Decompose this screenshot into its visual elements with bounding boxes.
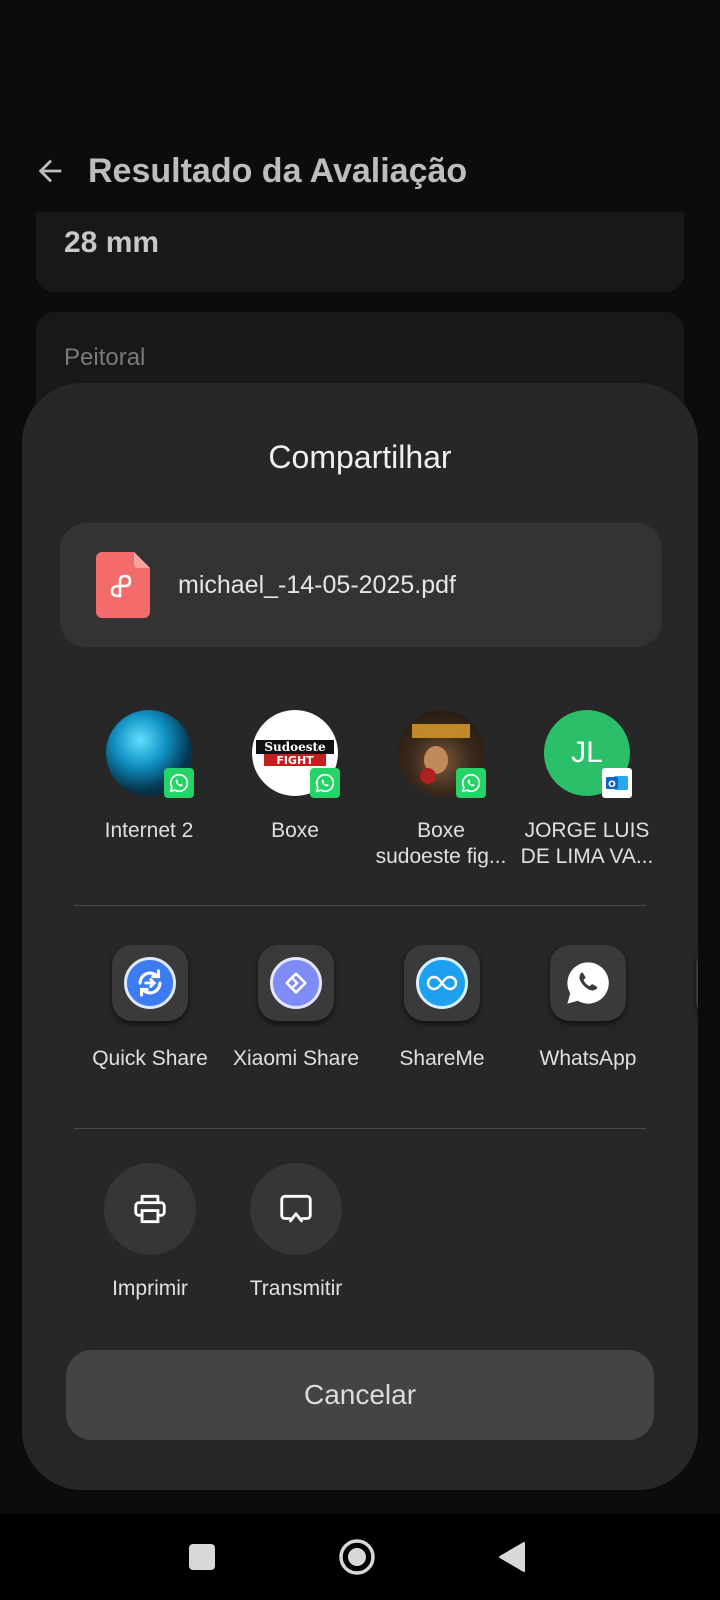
- whatsapp-icon: [164, 768, 194, 798]
- app-label: Quick Share: [92, 1047, 208, 1070]
- svg-text:Sudoeste: Sudoeste: [264, 740, 326, 754]
- share-sheet: Compartilhar michael_-14-05-2025.pdf Int…: [22, 383, 698, 1490]
- measurement-value: 28 mm: [64, 226, 160, 259]
- back-nav-button[interactable]: [469, 1514, 555, 1600]
- app-label: Ou: [659, 1047, 698, 1071]
- divider: [74, 1128, 646, 1129]
- contact-internet-2[interactable]: Internet 2: [74, 710, 224, 844]
- divider: [74, 905, 646, 906]
- printer-icon: [134, 1194, 166, 1224]
- app-shareme[interactable]: ShareMe: [367, 945, 517, 1071]
- file-preview: michael_-14-05-2025.pdf: [60, 523, 662, 647]
- cast-icon: [280, 1194, 312, 1223]
- svg-text:FIGHT: FIGHT: [276, 754, 314, 767]
- measurement-label: Peitoral: [64, 344, 146, 371]
- contact-name: Internet 2: [104, 819, 194, 842]
- app-label: WhatsApp: [539, 1047, 637, 1070]
- app-quick-share[interactable]: Quick Share: [75, 945, 225, 1071]
- avatar: Sudoeste FIGHT: [252, 710, 340, 798]
- avatar: [106, 710, 194, 798]
- print-action[interactable]: Imprimir: [75, 1163, 225, 1301]
- contact-name: JORGE LUIS DE LIMA VA...: [520, 819, 654, 868]
- app-tile: [404, 945, 480, 1021]
- avatar: JL O: [544, 710, 632, 798]
- app-tile: [112, 945, 188, 1021]
- whatsapp-icon: [456, 768, 486, 798]
- back-button[interactable]: [28, 149, 72, 193]
- recents-icon: [189, 1544, 215, 1570]
- page-title: Resultado da Avaliação: [88, 151, 468, 190]
- contact-name: Boxe: [271, 819, 319, 842]
- system-nav-bar: [0, 1514, 720, 1600]
- app-whatsapp[interactable]: WhatsApp: [513, 945, 663, 1071]
- home-icon: [339, 1539, 375, 1575]
- action-label: Transmitir: [249, 1277, 343, 1300]
- contact-boxe[interactable]: Sudoeste FIGHT Boxe: [220, 710, 370, 844]
- app-label: Xiaomi Share: [232, 1047, 360, 1070]
- svg-text:O: O: [608, 780, 616, 790]
- whatsapp-icon: [310, 768, 340, 798]
- arrow-left-icon: [38, 159, 62, 183]
- recents-button[interactable]: [159, 1514, 245, 1600]
- file-name: michael_-14-05-2025.pdf: [178, 570, 456, 599]
- outlook-icon: O: [602, 768, 632, 798]
- home-button[interactable]: [314, 1514, 400, 1600]
- shareme-icon: [416, 957, 468, 1009]
- app-tile: [696, 945, 698, 1021]
- app-tile: [550, 945, 626, 1021]
- app-label: ShareMe: [399, 1047, 485, 1070]
- contact-jorge-luis[interactable]: JL O JORGE LUIS DE LIMA VA...: [512, 710, 662, 870]
- cast-action[interactable]: Transmitir: [221, 1163, 371, 1301]
- xiaomi-share-icon: [270, 957, 322, 1009]
- action-label: Imprimir: [112, 1277, 188, 1300]
- measurement-card: 28 mm: [36, 212, 684, 292]
- back-triangle-icon: [499, 1542, 525, 1572]
- avatar-initials: JL: [571, 736, 603, 769]
- whatsapp-icon: [567, 962, 609, 1004]
- app-other[interactable]: Ou: [659, 945, 698, 1071]
- share-apps-row: Quick Share Xiaomi Share ShareMe WhatsAp: [22, 945, 698, 1095]
- app-header: Resultado da Avaliação: [0, 130, 720, 212]
- share-sheet-title: Compartilhar: [268, 439, 452, 475]
- app-xiaomi-share[interactable]: Xiaomi Share: [221, 945, 371, 1071]
- cancel-button[interactable]: Cancelar: [66, 1350, 654, 1440]
- quick-share-icon: [124, 957, 176, 1009]
- print-button[interactable]: [104, 1163, 196, 1255]
- avatar: [398, 710, 486, 798]
- contact-boxe-sudoeste[interactable]: Boxe sudoeste fig...: [366, 710, 516, 870]
- app-tile: [258, 945, 334, 1021]
- contact-name: Boxe sudoeste fig...: [375, 819, 507, 868]
- pdf-file-icon: [96, 552, 150, 618]
- cast-button[interactable]: [250, 1163, 342, 1255]
